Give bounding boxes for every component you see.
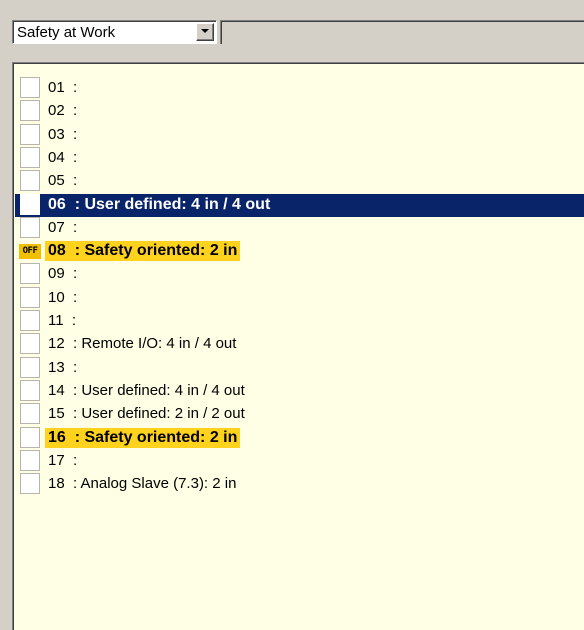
toolbar: Safety at Work bbox=[0, 0, 584, 54]
list-item-label: 06 : User defined: 4 in / 4 out bbox=[48, 195, 271, 213]
list-item-label: 10 : bbox=[48, 288, 78, 306]
list-item-label: 11 : bbox=[48, 312, 77, 329]
list-item[interactable]: 06 : User defined: 4 in / 4 out bbox=[15, 193, 584, 217]
list-item[interactable]: OFF 08 : Safety oriented: 2 in bbox=[15, 240, 584, 263]
mode-dropdown[interactable]: Safety at Work bbox=[12, 20, 217, 44]
list-item-label: 01 : bbox=[48, 79, 78, 96]
list-item-label: 03 : bbox=[48, 125, 78, 143]
list-item[interactable]: 14 : User defined: 4 in / 4 out bbox=[15, 379, 584, 403]
list-item[interactable]: 02 : bbox=[15, 100, 584, 123]
list-item[interactable]: 10 : bbox=[15, 286, 584, 310]
list-item[interactable]: 16 : Safety oriented: 2 in bbox=[15, 426, 584, 450]
row-checkbox[interactable] bbox=[20, 426, 40, 448]
list-item-label: 02 : bbox=[48, 102, 78, 120]
row-checkbox[interactable] bbox=[20, 100, 40, 122]
list-item-label: 09 : bbox=[48, 265, 78, 283]
list-item-label: 17 : bbox=[48, 451, 78, 469]
row-checkbox[interactable] bbox=[20, 310, 40, 331]
off-status-badge: OFF bbox=[19, 244, 41, 260]
row-checkbox[interactable] bbox=[20, 356, 40, 378]
row-checkbox[interactable] bbox=[20, 193, 40, 215]
row-checkbox[interactable] bbox=[20, 263, 40, 285]
row-checkbox[interactable] bbox=[20, 403, 40, 425]
row-checkbox[interactable] bbox=[20, 170, 40, 192]
list-item[interactable]: 04 : bbox=[15, 146, 584, 170]
list-item[interactable]: 13 : bbox=[15, 356, 584, 380]
list-item[interactable]: 15 : User defined: 2 in / 2 out bbox=[15, 403, 584, 426]
row-checkbox[interactable] bbox=[20, 333, 40, 355]
filter-field[interactable] bbox=[220, 20, 584, 44]
row-checkbox[interactable] bbox=[20, 286, 40, 308]
list-item-label: 16 : Safety oriented: 2 in bbox=[45, 427, 241, 448]
list-item[interactable]: 01 : bbox=[15, 77, 584, 100]
row-checkbox[interactable] bbox=[20, 123, 40, 145]
list-item[interactable]: 18 : Analog Slave (7.3): 2 in bbox=[15, 473, 584, 496]
list-item-label: 04 : bbox=[48, 148, 78, 166]
list-item[interactable]: 07 : bbox=[15, 216, 584, 240]
slave-list[interactable]: 01 : 02 : 03 : 04 : 05 : 06 : User defined: 4… bbox=[12, 62, 584, 630]
row-checkbox[interactable] bbox=[20, 216, 40, 238]
list-item[interactable]: 09 : bbox=[15, 263, 584, 286]
list-item-label: 07 : bbox=[48, 218, 78, 236]
row-checkbox[interactable] bbox=[20, 473, 40, 495]
mode-dropdown-value: Safety at Work bbox=[17, 24, 116, 41]
list-item[interactable]: 17 : bbox=[15, 449, 584, 473]
list-item-label: 05 : bbox=[48, 172, 78, 190]
list-item[interactable]: 12 : Remote I/O: 4 in / 4 out bbox=[15, 333, 584, 356]
list-item-label: 14 : User defined: 4 in / 4 out bbox=[48, 381, 245, 399]
list-item-label: 08 : Safety oriented: 2 in bbox=[45, 241, 241, 262]
list-item-label: 12 : Remote I/O: 4 in / 4 out bbox=[48, 335, 237, 353]
list-item-label: 18 : Analog Slave (7.3): 2 in bbox=[48, 475, 237, 493]
row-checkbox[interactable] bbox=[20, 449, 40, 471]
row-checkbox[interactable] bbox=[20, 379, 40, 401]
row-checkbox[interactable] bbox=[20, 77, 40, 98]
list-item-label: 15 : User defined: 2 in / 2 out bbox=[48, 405, 245, 423]
list-item-label: 13 : bbox=[48, 358, 78, 376]
list-item[interactable]: 11 : bbox=[15, 310, 584, 333]
list-item[interactable]: 03 : bbox=[15, 123, 584, 147]
dropdown-arrow-button[interactable] bbox=[196, 23, 214, 41]
list-item[interactable]: 05 : bbox=[15, 170, 584, 193]
chevron-down-icon bbox=[201, 29, 209, 33]
row-checkbox[interactable] bbox=[20, 146, 40, 168]
